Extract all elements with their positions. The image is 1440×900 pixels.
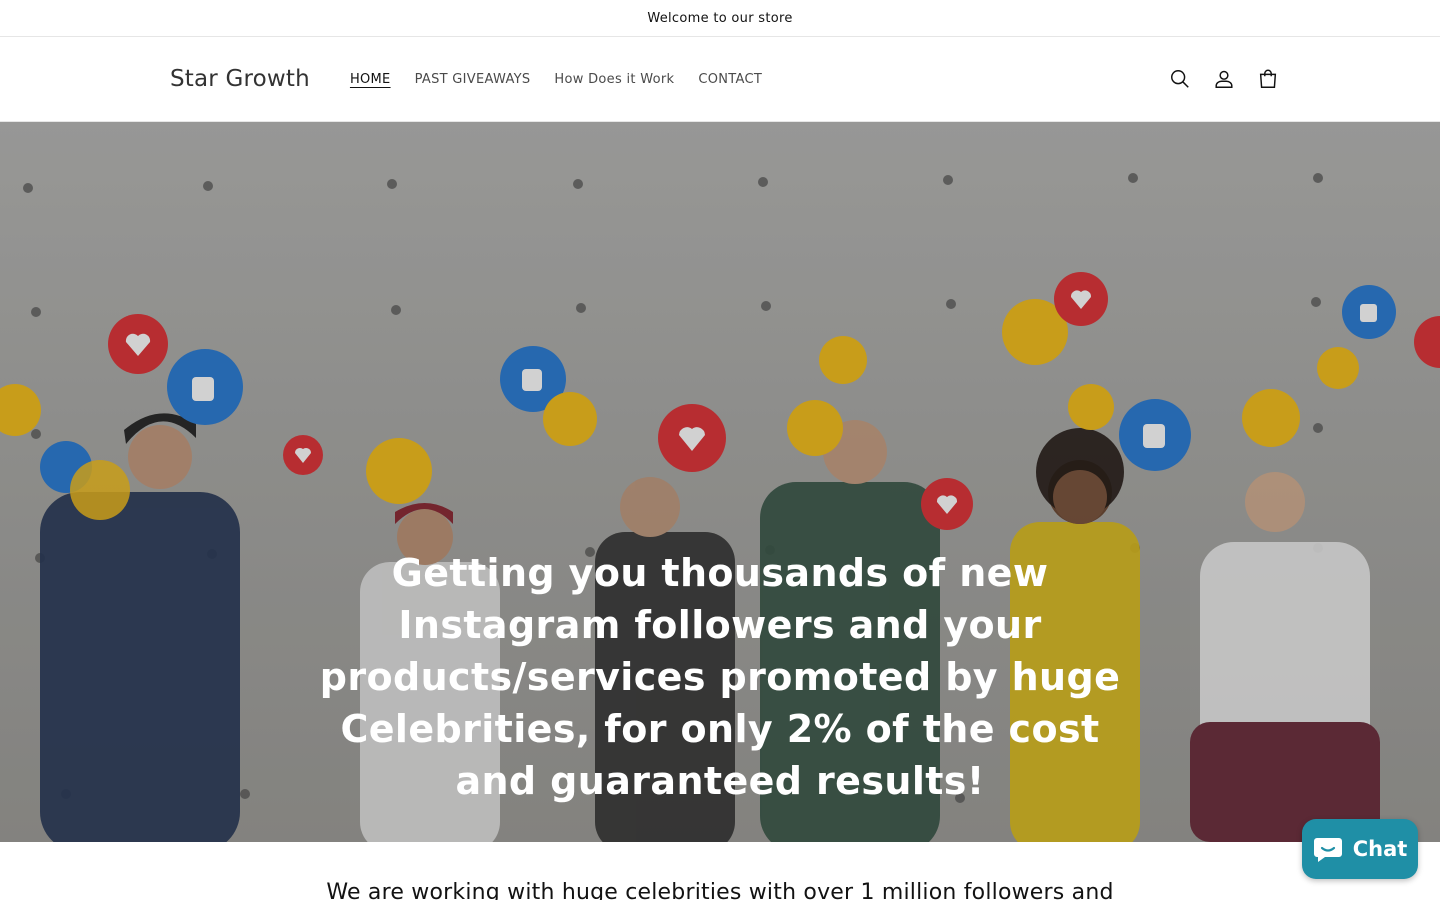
account-icon[interactable] <box>1212 67 1236 91</box>
intro-text: We are working with huge celebrities wit… <box>326 880 1114 900</box>
hero-banner: Getting you thousands of new Instagram f… <box>0 122 1440 842</box>
chat-bubble-icon <box>1313 838 1342 862</box>
nav-contact[interactable]: CONTACT <box>686 72 774 87</box>
hero-headline: Getting you thousands of new Instagram f… <box>319 551 1121 803</box>
store-logo[interactable]: Star Growth <box>170 66 310 92</box>
nav-how-it-works[interactable]: How Does it Work <box>542 72 686 87</box>
chat-button[interactable]: Chat <box>1302 819 1418 879</box>
cart-icon[interactable] <box>1256 67 1280 91</box>
search-icon[interactable] <box>1168 67 1192 91</box>
nav-home[interactable]: HOME <box>350 72 403 87</box>
main-nav: HOME PAST GIVEAWAYS How Does it Work CON… <box>350 72 774 87</box>
site-header: Star Growth HOME PAST GIVEAWAYS How Does… <box>0 37 1440 122</box>
nav-past-giveaways[interactable]: PAST GIVEAWAYS <box>403 72 543 87</box>
header-icons <box>1168 67 1280 91</box>
announcement-bar: Welcome to our store <box>0 0 1440 37</box>
announcement-text: Welcome to our store <box>647 10 793 26</box>
chat-label: Chat <box>1352 837 1408 861</box>
